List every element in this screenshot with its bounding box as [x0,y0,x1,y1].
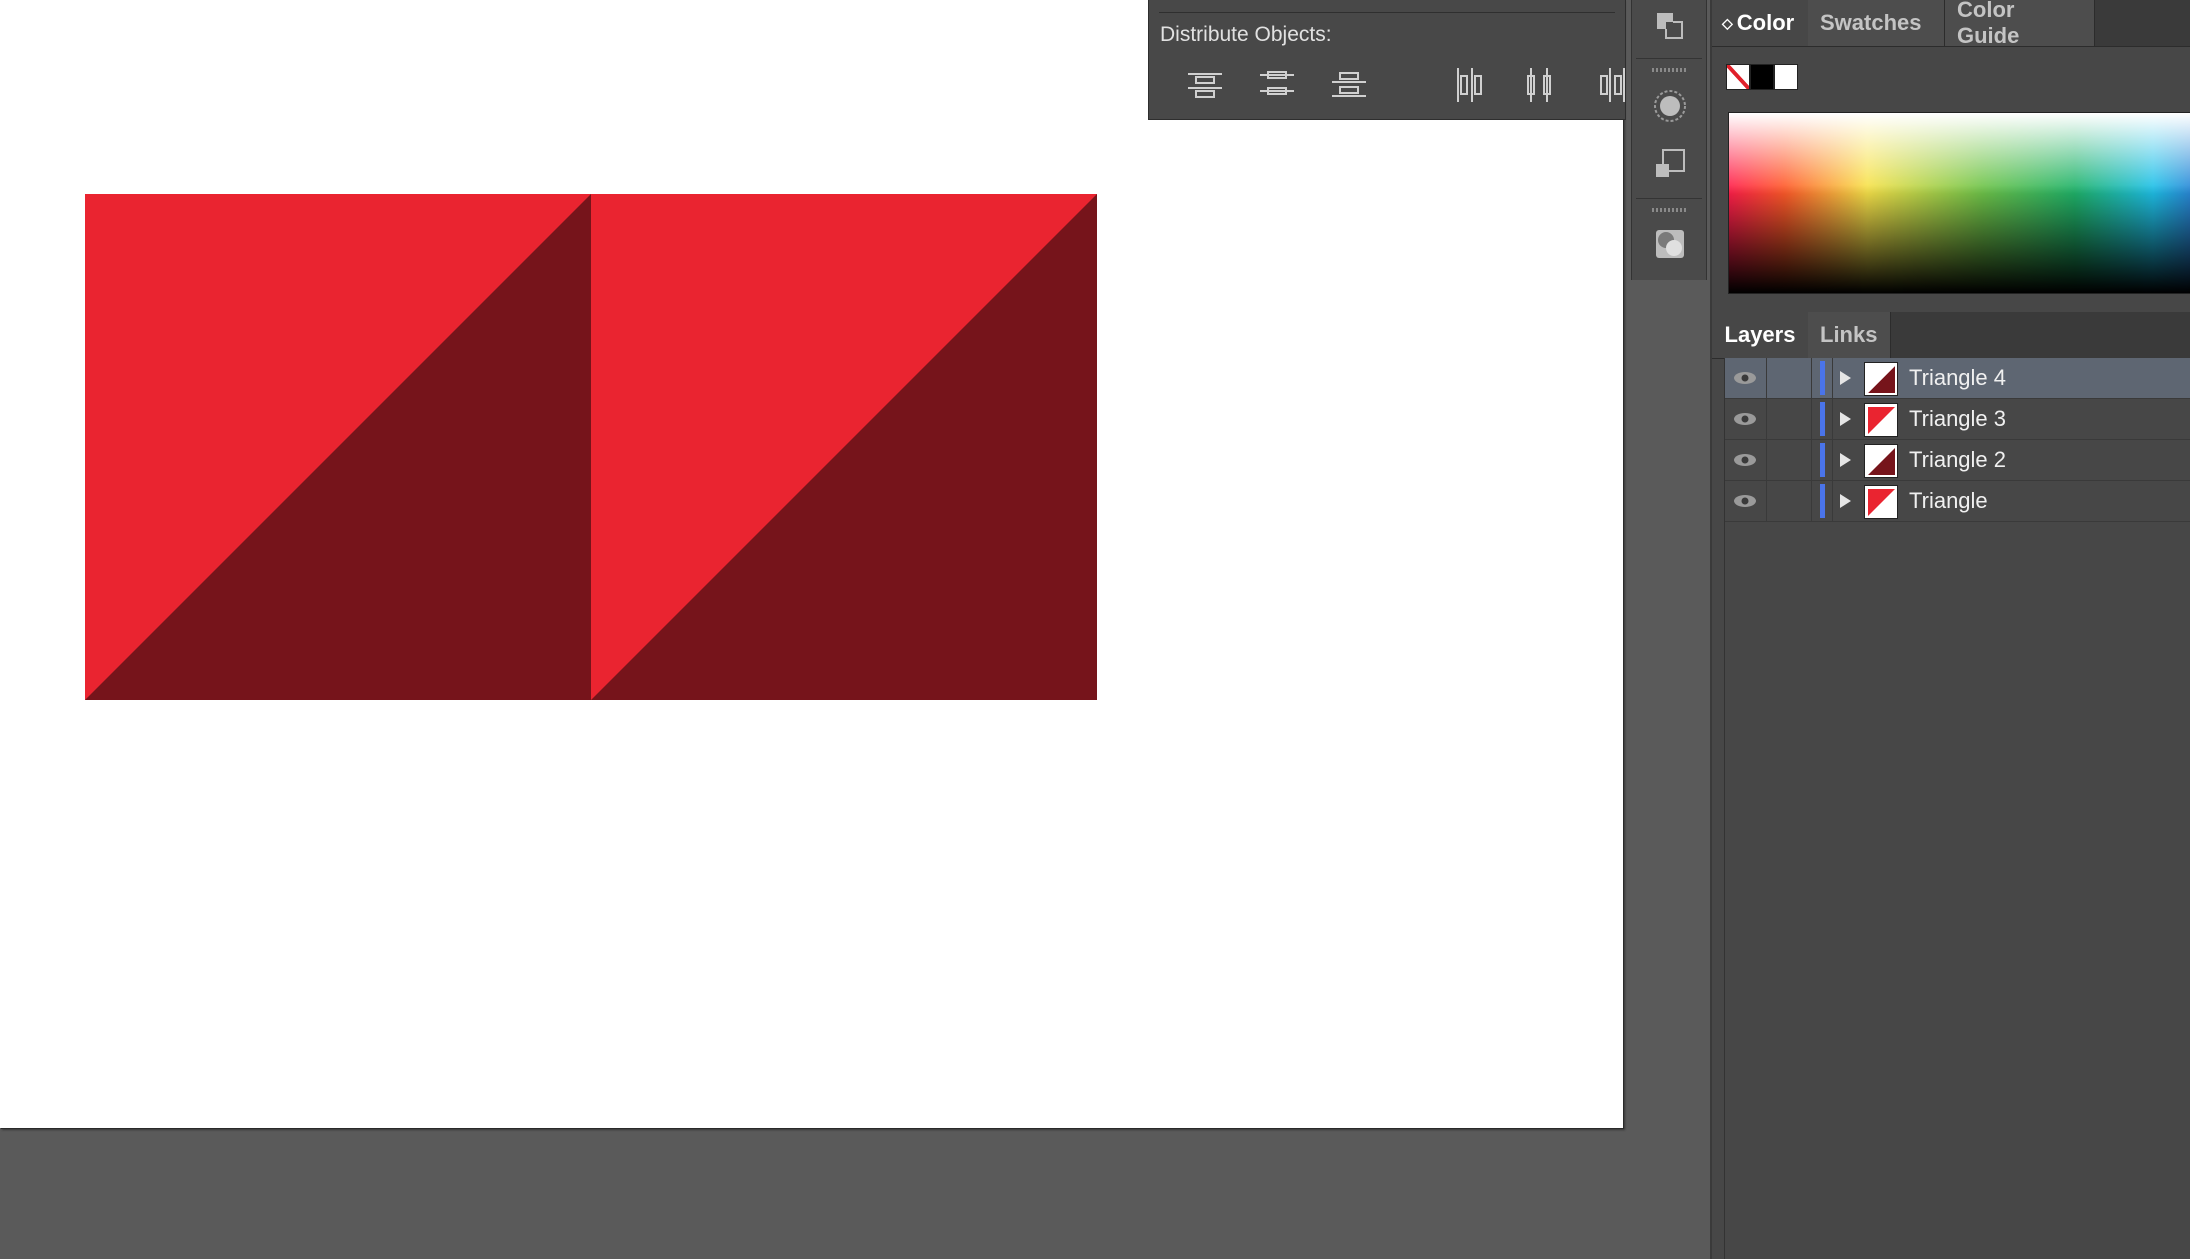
visibility-eye-icon[interactable] [1724,358,1767,398]
black-swatch[interactable] [1750,64,1774,90]
tab-color-label: Color [1736,10,1795,35]
lock-toggle[interactable] [1767,481,1812,521]
pathfinder-icon[interactable] [1650,6,1690,46]
lock-toggle[interactable] [1767,399,1812,439]
layer-name[interactable]: Triangle 2 [1909,440,2006,480]
strip-grip[interactable] [1652,208,1688,212]
layer-row[interactable]: Triangle 3 [1724,399,2190,440]
transform-icon[interactable] [1650,144,1690,184]
layers-panel-tabs: Layers Links [1712,312,2190,359]
tab-layers-label: Layers [1724,322,1796,347]
layer-row[interactable]: Triangle 4 [1724,358,2190,399]
horizontal-distribute-right-icon [1600,68,1625,102]
layer-thumbnail [1864,403,1898,437]
layer-color-indicator [1820,361,1825,395]
color-spectrum[interactable] [1728,112,2190,294]
strip-divider [1636,58,1702,59]
vertical-distribute-center-icon [1260,71,1294,95]
vertical-distribute-top-icon [1188,73,1222,98]
collapse-toggle-icon: ◇ [1722,14,1733,31]
vertical-distribute-top-button[interactable] [1184,64,1226,106]
visibility-eye-icon[interactable] [1724,399,1767,439]
layers-list: Triangle 4 Triangle 3 Triangle 2 Triangl… [1724,358,2190,522]
layer-thumbnail [1864,444,1898,478]
expand-triangle-icon[interactable] [1832,358,1857,398]
expand-triangle-icon[interactable] [1832,481,1857,521]
visibility-eye-icon[interactable] [1724,440,1767,480]
appearance-icon[interactable] [1650,86,1690,126]
layer-name[interactable]: Triangle [1909,481,1988,521]
horizontal-distribute-right-button[interactable] [1592,64,1634,106]
expand-triangle-icon[interactable] [1832,399,1857,439]
strip-grip[interactable] [1652,68,1688,72]
horizontal-distribute-center-button[interactable] [1520,64,1562,106]
panel-divider [1159,12,1615,13]
right-panel-dock: ◇ Color Swatches Color Guide Layers Link… [1710,0,2190,1259]
layer-name[interactable]: Triangle 4 [1909,358,2006,398]
distribute-title: Distribute Objects: [1160,23,1332,46]
visibility-eye-icon[interactable] [1724,481,1767,521]
vertical-distribute-bottom-icon [1332,72,1366,97]
layer-row[interactable]: Triangle 2 [1724,440,2190,481]
none-swatch[interactable] [1726,64,1750,90]
tab-swatches[interactable]: Swatches [1808,0,1945,46]
white-swatch[interactable] [1774,64,1798,90]
graphic-styles-icon[interactable] [1650,224,1690,264]
tab-swatches-label: Swatches [1820,10,1922,35]
artboard[interactable] [0,0,1623,1128]
horizontal-distribute-left-icon [1457,68,1482,102]
artwork-canvas[interactable] [85,194,1097,700]
horizontal-distribute-left-button[interactable] [1448,64,1490,106]
vertical-distribute-bottom-button[interactable] [1328,64,1370,106]
layer-name[interactable]: Triangle 3 [1909,399,2006,439]
distribute-panel: Distribute Objects: [1148,0,1626,120]
layer-color-indicator [1820,402,1825,436]
color-panel-tabs: ◇ Color Swatches Color Guide [1712,0,2190,48]
layers-panel-divider [1724,358,1725,1259]
tab-links[interactable]: Links [1808,312,1891,358]
strip-divider [1636,198,1702,199]
layer-thumbnail [1864,362,1898,396]
tab-color[interactable]: ◇ Color [1712,0,1808,46]
horizontal-distribute-center-icon [1527,68,1551,102]
tab-color-guide[interactable]: Color Guide [1945,0,2095,48]
vertical-distribute-center-button[interactable] [1256,64,1298,106]
layer-color-indicator [1820,484,1825,518]
tab-layers[interactable]: Layers [1712,312,1808,358]
layer-row[interactable]: Triangle [1724,481,2190,522]
tab-links-label: Links [1820,322,1878,347]
layer-thumbnail [1864,485,1898,519]
lock-toggle[interactable] [1767,440,1812,480]
quick-color-swatches [1726,64,1798,92]
lock-toggle[interactable] [1767,358,1812,398]
panel-icon-strip [1631,0,1707,280]
tab-color-guide-label: Color Guide [1957,0,2020,48]
expand-triangle-icon[interactable] [1832,440,1857,480]
layer-color-indicator [1820,443,1825,477]
